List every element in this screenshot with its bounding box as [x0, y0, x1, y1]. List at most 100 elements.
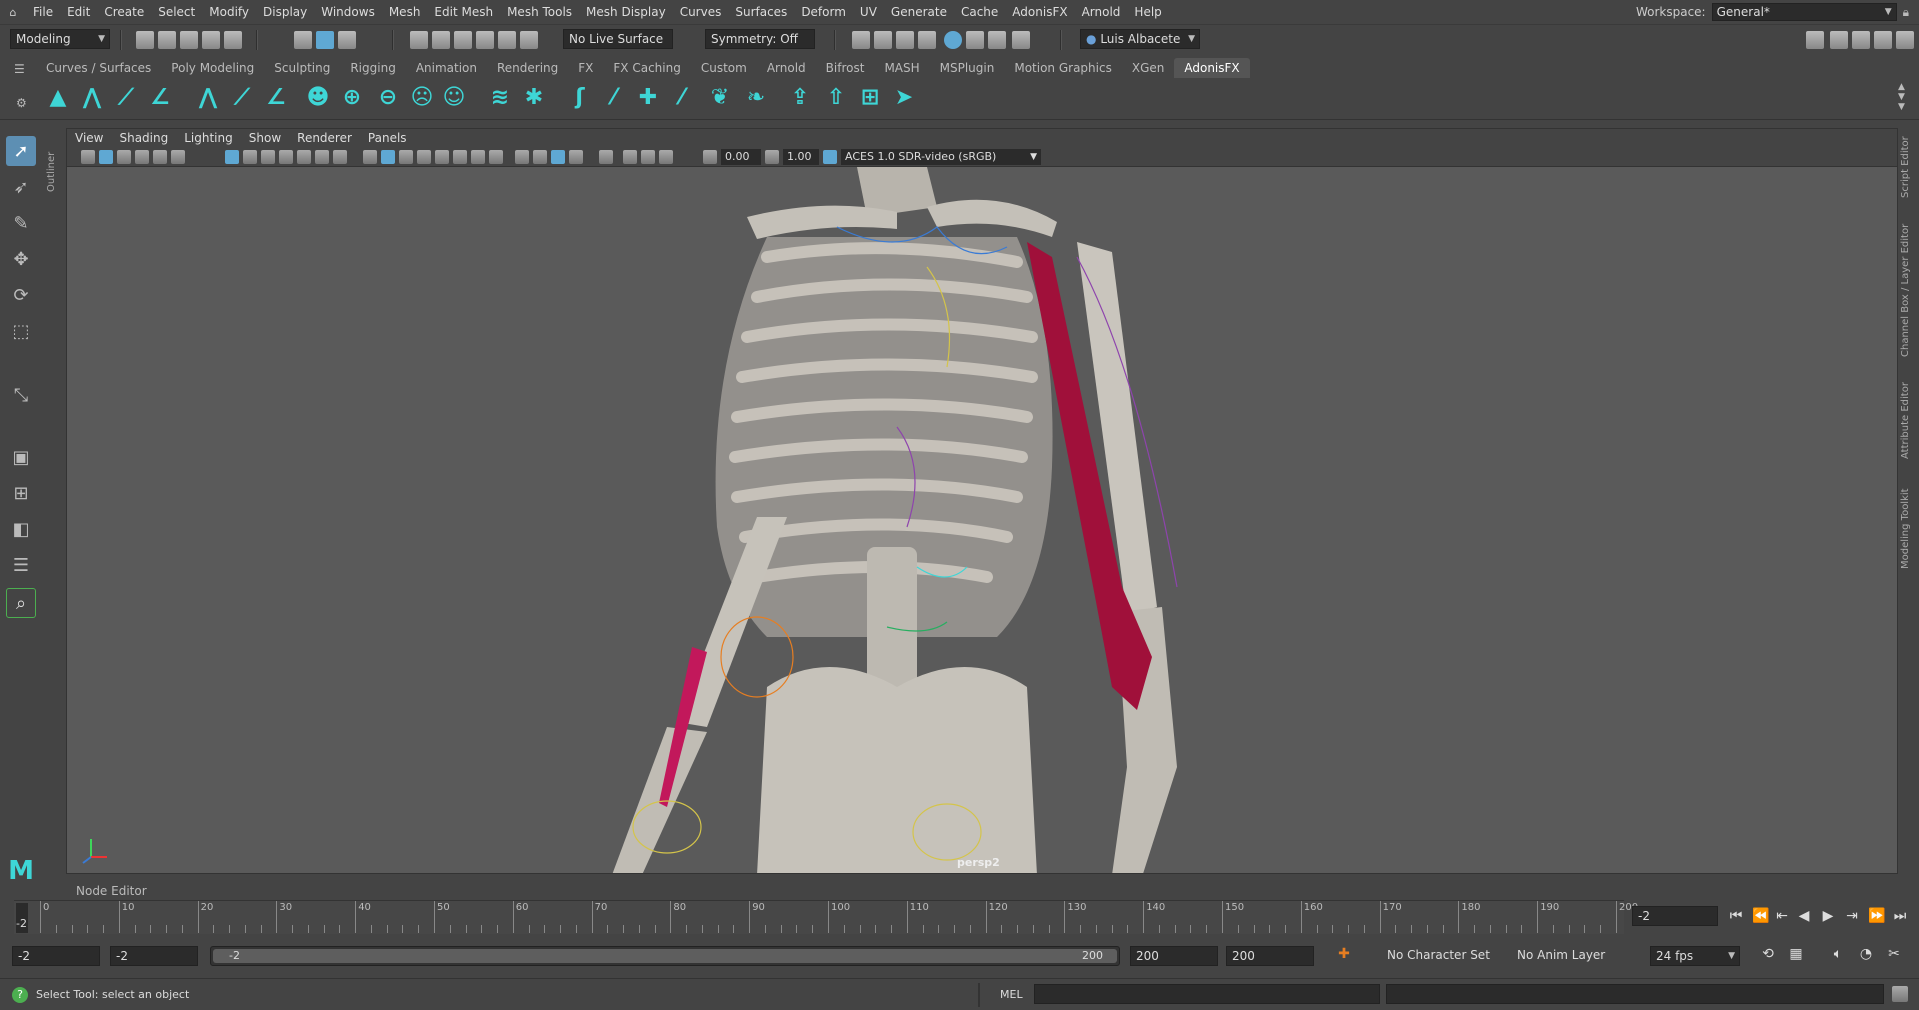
adonis-attachment-icon[interactable]: ⟋: [112, 84, 140, 112]
exposure-field[interactable]: 0.00: [721, 149, 761, 165]
command-line-input[interactable]: [1034, 984, 1380, 1004]
animation-end-field[interactable]: 200: [1226, 946, 1314, 966]
range-slider-handle[interactable]: -2 200: [213, 949, 1117, 963]
adonis-face-remove-icon[interactable]: ⊖: [374, 84, 402, 112]
viewport-menu-view[interactable]: View: [67, 131, 111, 145]
snap-projected-center-icon[interactable]: [520, 31, 538, 49]
step-back-key-icon[interactable]: ⇤: [1774, 908, 1790, 924]
menu-cache[interactable]: Cache: [954, 0, 1005, 24]
adonis-muscle-connect-icon[interactable]: ⟋: [228, 84, 256, 112]
menu-windows[interactable]: Windows: [314, 0, 382, 24]
shelf-tab-sculpting[interactable]: Sculpting: [264, 58, 340, 78]
color-management-icon[interactable]: [823, 150, 837, 164]
snap-curve-icon[interactable]: [432, 31, 450, 49]
lights-icon[interactable]: [453, 150, 467, 164]
adonis-fascia-icon[interactable]: ≋: [486, 84, 514, 112]
fps-dropdown[interactable]: 24 fps ▼: [1650, 946, 1740, 966]
go-to-start-icon[interactable]: ⏮: [1728, 908, 1744, 924]
menu-create[interactable]: Create: [97, 0, 151, 24]
arnold-render-icon[interactable]: [988, 31, 1006, 49]
shelf-tab-motion-graphics[interactable]: Motion Graphics: [1004, 58, 1122, 78]
anim-layer-dropdown[interactable]: No Anim Layer: [1512, 946, 1620, 966]
cache-playback-icon[interactable]: ▦: [1788, 946, 1804, 962]
select-hierarchy-icon[interactable]: [294, 31, 312, 49]
menu-uv[interactable]: UV: [853, 0, 884, 24]
four-view-layout-icon[interactable]: ⊞: [6, 478, 36, 508]
adonis-run-icon[interactable]: ➤: [890, 84, 918, 112]
step-forward-frame-icon[interactable]: ⏩: [1868, 908, 1885, 924]
playback-speed-icon[interactable]: ◔: [1858, 946, 1874, 962]
step-back-frame-icon[interactable]: ⏪: [1752, 908, 1769, 924]
hypershade-icon[interactable]: [944, 31, 962, 49]
menu-help[interactable]: Help: [1127, 0, 1168, 24]
anti-aliasing-icon[interactable]: [533, 150, 547, 164]
gamma-icon[interactable]: [765, 150, 779, 164]
time-slider[interactable]: -2 0 10 20 30 40 50 60 70 80 90 100 110 120 130 140 150…: [14, 900, 1638, 934]
depth-of-field-icon[interactable]: [551, 150, 565, 164]
user-account-dropdown[interactable]: ● Luis Albacete ▼: [1080, 29, 1200, 49]
shelf-tab-curves-surfaces[interactable]: Curves / Surfaces: [36, 58, 161, 78]
camera-select-icon[interactable]: [81, 150, 95, 164]
open-scene-icon[interactable]: [158, 31, 176, 49]
shelf-tab-bifrost[interactable]: Bifrost: [816, 58, 875, 78]
select-object-icon[interactable]: [316, 31, 334, 49]
live-surface-field[interactable]: No Live Surface: [563, 29, 673, 49]
viewport-menu-lighting[interactable]: Lighting: [176, 131, 241, 145]
home-icon[interactable]: ⌂: [0, 0, 26, 24]
film-gate-icon[interactable]: [243, 150, 257, 164]
render-frame-icon[interactable]: [852, 31, 870, 49]
adonis-fiber-icon[interactable]: ⁄: [600, 84, 628, 112]
symmetry-dropdown[interactable]: Symmetry: Off: [705, 29, 815, 49]
node-editor-bar[interactable]: Node Editor: [66, 882, 1898, 900]
script-editor-icon[interactable]: [1892, 986, 1908, 1002]
sound-icon[interactable]: 🔈︎: [1830, 946, 1846, 962]
resolution-gate-icon[interactable]: [261, 150, 275, 164]
camera-attributes-icon[interactable]: [99, 150, 113, 164]
render-view-icon[interactable]: [966, 31, 984, 49]
single-perspective-layout-icon[interactable]: ▣: [6, 442, 36, 472]
adonis-import-icon[interactable]: ⇧: [822, 84, 850, 112]
shelf-tab-rendering[interactable]: Rendering: [487, 58, 568, 78]
playback-start-field[interactable]: -2: [110, 946, 198, 966]
xray-joints-icon[interactable]: [623, 150, 637, 164]
textured-icon[interactable]: [435, 150, 449, 164]
snap-point-icon[interactable]: [454, 31, 472, 49]
viewport-menu-shading[interactable]: Shading: [111, 131, 176, 145]
channel-box-icon[interactable]: [1896, 31, 1914, 49]
viewport-menu-panels[interactable]: Panels: [360, 131, 415, 145]
shelf-settings-icon[interactable]: ⚙: [16, 96, 27, 110]
viewport-menu-renderer[interactable]: Renderer: [289, 131, 360, 145]
scale-tool-icon[interactable]: ⬚: [6, 316, 36, 346]
lasso-tool-icon[interactable]: ➶: [6, 172, 36, 202]
script-language-toggle[interactable]: MEL: [1000, 988, 1023, 1001]
adonis-muscle-create-icon[interactable]: ⋀: [194, 84, 222, 112]
2d-pan-zoom-icon[interactable]: [153, 150, 167, 164]
modeling-toolkit-tab[interactable]: Modeling Toolkit: [1900, 484, 1916, 574]
pause-icon[interactable]: [1012, 31, 1030, 49]
xray-icon[interactable]: [599, 150, 613, 164]
new-scene-icon[interactable]: [136, 31, 154, 49]
current-frame-field[interactable]: -2: [1632, 906, 1718, 926]
adonis-bone-icon[interactable]: ⋀: [78, 84, 106, 112]
shelf-tab-msplugin[interactable]: MSPlugin: [930, 58, 1005, 78]
current-frame-marker[interactable]: -2: [16, 903, 28, 933]
menu-modify[interactable]: Modify: [202, 0, 256, 24]
modeling-toolkit-icon[interactable]: [1806, 31, 1824, 49]
adonis-muscle-angle-icon[interactable]: ∠: [262, 84, 290, 112]
smooth-shade-icon[interactable]: [381, 150, 395, 164]
adonis-skin-icon[interactable]: ❦: [706, 84, 734, 112]
paint-select-tool-icon[interactable]: ✎: [6, 208, 36, 238]
step-forward-key-icon[interactable]: ⇥: [1844, 908, 1860, 924]
redo-icon[interactable]: [224, 31, 242, 49]
render-sequence-icon[interactable]: [874, 31, 892, 49]
gamma-field[interactable]: 1.00: [783, 149, 819, 165]
default-material-icon[interactable]: [399, 150, 413, 164]
attribute-editor-icon[interactable]: [1852, 31, 1870, 49]
shadows-icon[interactable]: [471, 150, 485, 164]
viewport-menu-show[interactable]: Show: [241, 131, 289, 145]
grease-pencil-icon[interactable]: [171, 150, 185, 164]
render-settings-icon[interactable]: [918, 31, 936, 49]
shelf-scroll-icon[interactable]: ▲ ▼ ▼: [1898, 82, 1905, 112]
adonis-face-icon[interactable]: ☻: [304, 84, 332, 112]
exposure-icon[interactable]: [703, 150, 717, 164]
